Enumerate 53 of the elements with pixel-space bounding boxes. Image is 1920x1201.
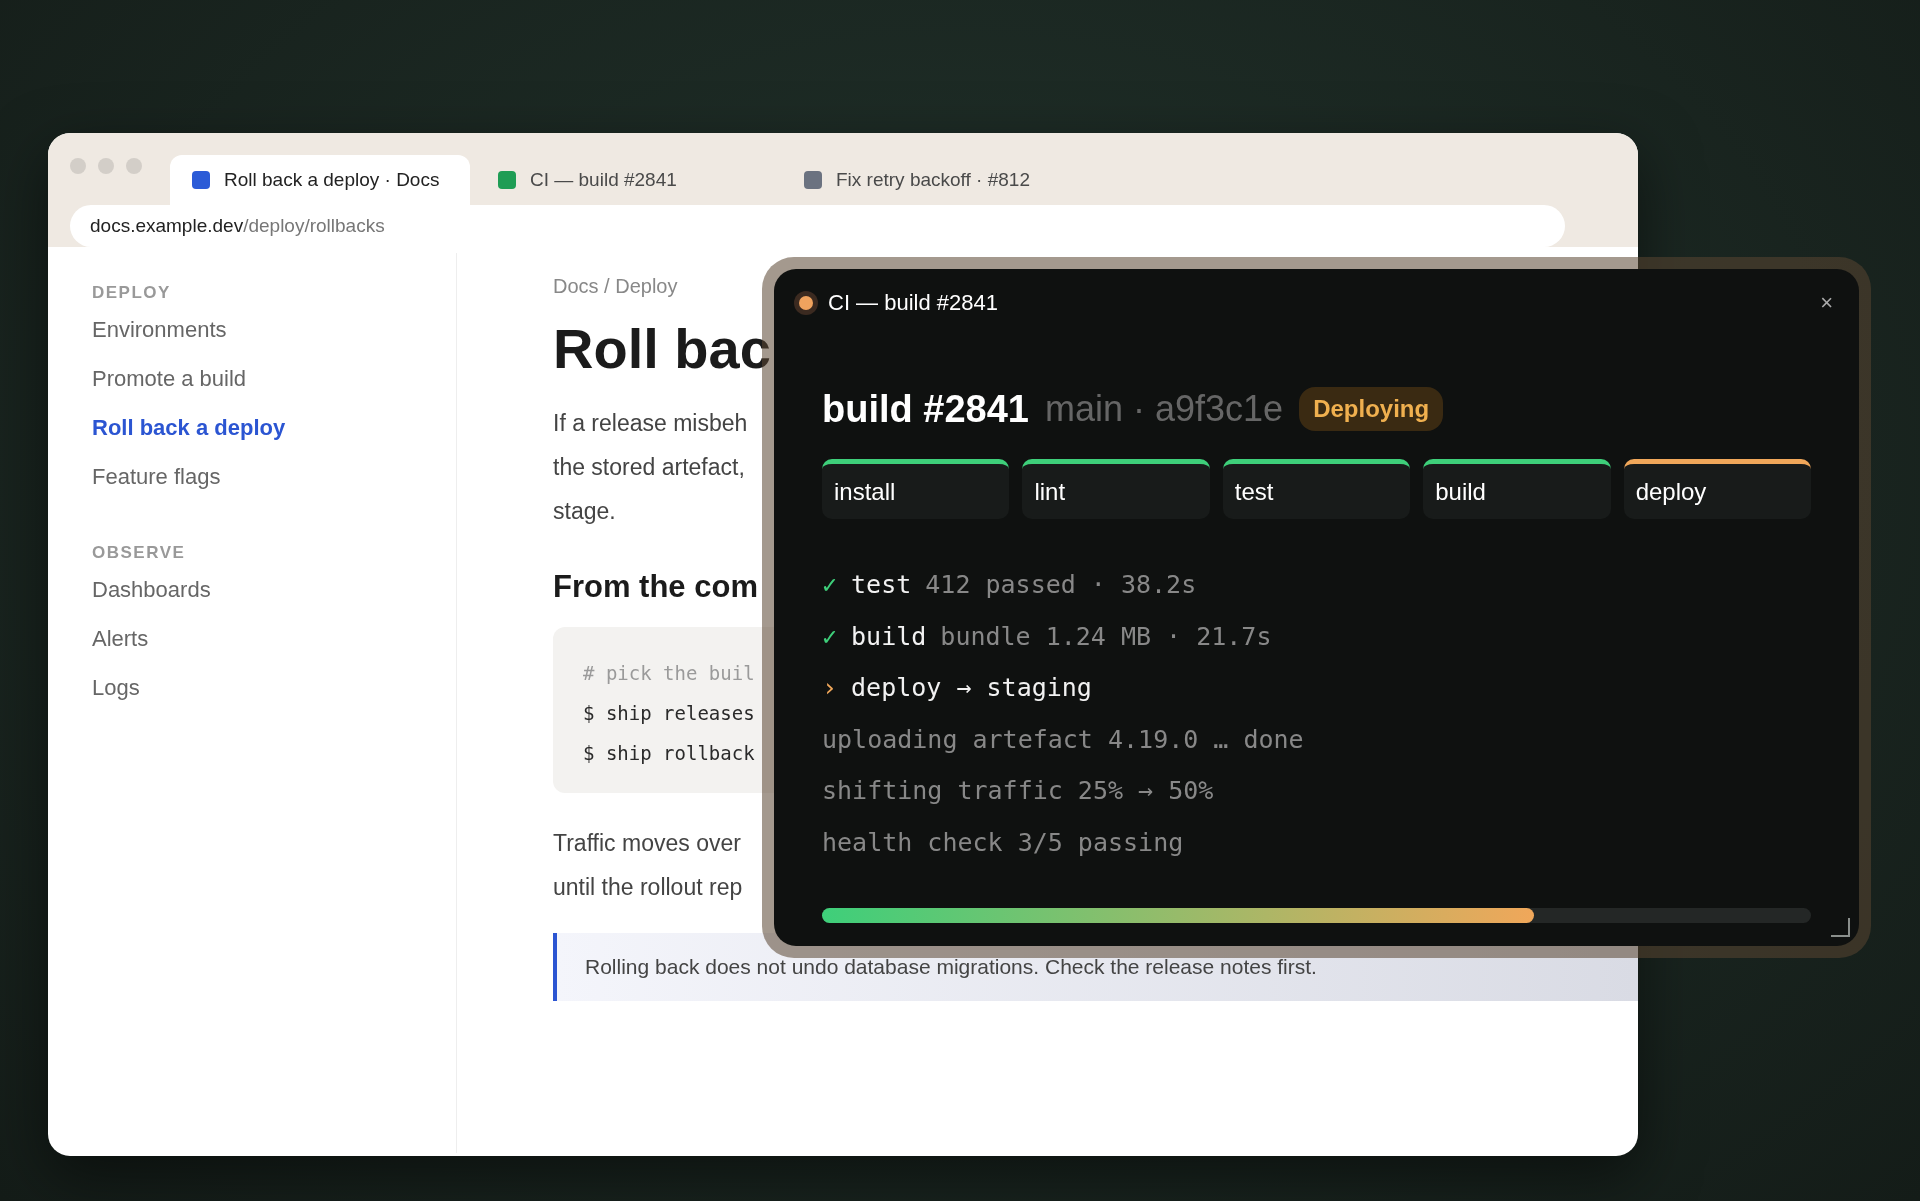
resize-handle-icon[interactable] <box>1829 916 1851 938</box>
log-step: build <box>851 621 927 651</box>
close-button[interactable]: × <box>1820 290 1833 316</box>
build-title: build #2841 <box>822 387 1029 431</box>
section-title: From the com <box>553 569 758 605</box>
paragraph-line: If a release misbeh <box>553 409 748 438</box>
pipeline-stage[interactable]: install <box>822 459 1010 519</box>
sidebar-link[interactable]: Logs <box>92 675 456 724</box>
sidebar-link[interactable]: Environments <box>92 317 456 366</box>
window-control-icon[interactable] <box>126 158 142 174</box>
panel-title: CI — build #2841 <box>828 290 998 316</box>
log-line: shifting traffic 25% → 50% <box>822 776 1214 806</box>
address-bar[interactable]: docs.example.dev/deploy/rollbacks <box>70 205 1565 247</box>
tab-title: Roll back a deploy · Docs <box>224 169 440 191</box>
code-line: $ ship releases <box>583 701 755 726</box>
sidebar-link[interactable]: Alerts <box>92 626 456 675</box>
browser-tab[interactable]: Fix retry backoff · #812 <box>782 155 1082 205</box>
tab-title: CI — build #2841 <box>530 169 677 191</box>
chevron-icon: › <box>822 673 838 703</box>
pipeline-stage[interactable]: test <box>1222 459 1411 519</box>
paragraph-line: the stored artefact, <box>553 453 745 482</box>
code-line: # pick the buil <box>583 661 755 686</box>
log-detail: 412 passed · 38.2s <box>925 570 1197 600</box>
status-dot <box>794 291 818 315</box>
sidebar-link[interactable]: Promote a build <box>92 366 456 415</box>
breadcrumb: Docs / Deploy <box>553 275 678 298</box>
log-line: health check 3/5 passing <box>822 827 1184 857</box>
window-control-icon[interactable] <box>98 158 114 174</box>
section-heading: OBSERVE <box>92 543 187 563</box>
sidebar-link[interactable]: Feature flags <box>92 464 456 513</box>
paragraph-line: stage. <box>553 497 616 526</box>
sidebar-link[interactable]: Roll back a deploy <box>92 415 456 464</box>
build-ref: main · a9f3c1e <box>1045 388 1284 430</box>
tab-title: Fix retry backoff · #812 <box>836 169 1030 191</box>
pipeline-stage[interactable]: build <box>1423 459 1611 519</box>
section-heading: DEPLOY <box>92 283 172 303</box>
log-step: deploy → staging <box>851 673 1092 703</box>
log-step: test <box>851 570 912 600</box>
window-control-icon[interactable] <box>70 158 86 174</box>
page-title: Roll bac <box>553 316 771 381</box>
log-detail: bundle 1.24 MB · 21.7s <box>940 621 1272 651</box>
paragraph-line: Traffic moves over <box>553 829 741 858</box>
pipeline-stage[interactable]: deploy <box>1623 459 1812 519</box>
paragraph-line: until the rollout rep <box>553 873 743 902</box>
browser-tab[interactable]: CI — build #2841 <box>476 155 776 205</box>
status-badge: Deploying <box>1299 387 1444 431</box>
sidebar-link[interactable]: Dashboards <box>92 577 456 626</box>
log-line: uploading artefact 4.19.0 … done <box>822 724 1304 754</box>
check-icon: ✓ <box>822 621 838 651</box>
browser-tab[interactable]: Roll back a deploy · Docs <box>170 155 470 205</box>
pipeline-stage[interactable]: lint <box>1022 459 1210 519</box>
check-icon: ✓ <box>822 570 838 600</box>
code-line: $ ship rollback <box>583 741 755 766</box>
